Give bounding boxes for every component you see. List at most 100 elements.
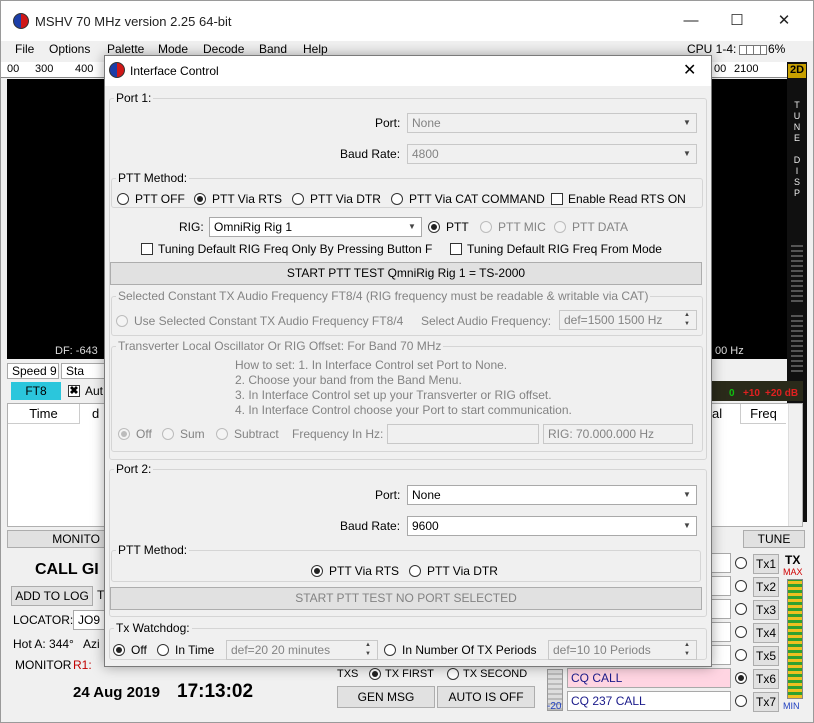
monitor-button[interactable]: MONITO <box>7 530 107 548</box>
tuning-default-button-checkbox[interactable] <box>141 243 153 255</box>
tx-second-radio[interactable] <box>447 668 459 680</box>
port2-start-ptt-test-button[interactable]: START PTT TEST NO PORT SELECTED <box>110 587 702 610</box>
tx2-radio[interactable] <box>735 580 747 592</box>
tx4-message[interactable] <box>709 622 731 642</box>
watchdog-periods-spinbox[interactable]: def=10 10 Periods ▲ ▼ <box>548 640 697 660</box>
tx5-button[interactable]: Tx5 <box>753 646 779 666</box>
rig-ptt-radio[interactable] <box>428 221 440 233</box>
auto-checkbox[interactable]: ✖ <box>68 385 80 397</box>
tx7-radio[interactable] <box>735 695 747 707</box>
tx3-message[interactable] <box>709 599 731 619</box>
locator-input[interactable]: JO9 <box>73 610 107 630</box>
menu-band[interactable]: Band <box>259 42 287 56</box>
tx6-message[interactable]: CQ CALL <box>567 668 731 688</box>
port2-ptt-via-dtr-radio[interactable] <box>409 565 421 577</box>
chevron-down-icon: ▼ <box>683 490 691 499</box>
rig-ptt-data-radio[interactable] <box>554 221 566 233</box>
tx1-button[interactable]: Tx1 <box>753 554 779 574</box>
menu-help[interactable]: Help <box>303 42 328 56</box>
offset-off-radio[interactable] <box>118 428 130 440</box>
column-header-freq[interactable]: Freq <box>740 404 786 424</box>
port1-baud-select[interactable]: 4800 ▼ <box>407 144 697 164</box>
enable-read-rts-checkbox[interactable] <box>551 193 563 205</box>
add-to-log-button[interactable]: ADD TO LOG <box>11 586 93 606</box>
close-icon[interactable]: ✕ <box>769 9 799 33</box>
ptt-via-cat-radio[interactable] <box>391 193 403 205</box>
hz-readout: 00 Hz <box>715 345 744 357</box>
gain-slider[interactable] <box>791 312 803 372</box>
use-const-tx-label: Use Selected Constant TX Audio Frequency… <box>134 314 404 328</box>
menu-palette[interactable]: Palette <box>107 42 144 56</box>
tx7-message[interactable]: CQ 237 CALL <box>567 691 731 711</box>
tuning-default-mode-checkbox[interactable] <box>450 243 462 255</box>
menu-mode[interactable]: Mode <box>158 42 188 56</box>
tx4-button[interactable]: Tx4 <box>753 623 779 643</box>
tx4-radio[interactable] <box>735 626 747 638</box>
tx5-message[interactable] <box>709 645 731 665</box>
db-label-10: +10 <box>743 388 760 399</box>
use-const-tx-radio[interactable] <box>116 315 128 327</box>
port1-baud-label: Baud Rate: <box>340 147 401 161</box>
tx-power-slider[interactable] <box>787 579 803 699</box>
level-slider[interactable] <box>791 242 803 302</box>
main-titlebar: MSHV 70 MHz version 2.25 64-bit — ☐ ✕ <box>1 1 813 41</box>
offset-sum-radio[interactable] <box>162 428 174 440</box>
audio-frequency-spinbox[interactable]: def=1500 1500 Hz ▲ ▼ <box>559 310 697 330</box>
port2-baud-select[interactable]: 9600 ▼ <box>407 516 697 536</box>
tx3-button[interactable]: Tx3 <box>753 600 779 620</box>
offset-subtract-radio[interactable] <box>216 428 228 440</box>
rig-ptt-mic-radio[interactable] <box>480 221 492 233</box>
port2-port-label: Port: <box>375 488 401 502</box>
decode-list-left[interactable]: Time d <box>7 403 107 527</box>
freq-in-hz-input[interactable] <box>387 424 539 444</box>
2d-toggle-button[interactable]: 2D <box>788 64 806 78</box>
menu-file[interactable]: File <box>15 42 34 56</box>
decode-scrollbar[interactable] <box>788 404 802 526</box>
port2-ptt-method-title: PTT Method: <box>116 543 190 557</box>
tx1-radio[interactable] <box>735 557 747 569</box>
decode-list-right[interactable]: al Freq <box>711 403 803 527</box>
column-header-al[interactable]: al <box>712 406 722 421</box>
tx5-radio[interactable] <box>735 649 747 661</box>
watchdog-periods-radio[interactable] <box>384 644 396 656</box>
ptt-via-rts-radio[interactable] <box>194 193 206 205</box>
menu-options[interactable]: Options <box>49 42 90 56</box>
dialog-close-icon[interactable]: ✕ <box>683 60 696 80</box>
main-window-title: MSHV 70 MHz version 2.25 64-bit <box>35 14 232 29</box>
tx3-radio[interactable] <box>735 603 747 615</box>
auto-is-off-button[interactable]: AUTO IS OFF <box>437 686 535 708</box>
tx1-message[interactable] <box>709 553 731 573</box>
rig-select[interactable]: OmniRig Rig 1 ▼ <box>209 217 422 237</box>
tune-button[interactable]: TUNE <box>743 530 805 548</box>
tx6-button[interactable]: Tx6 <box>753 669 779 689</box>
start-select[interactable]: Sta <box>61 363 105 379</box>
tx2-button[interactable]: Tx2 <box>753 577 779 597</box>
column-header-d[interactable]: d <box>92 404 99 424</box>
watchdog-time-spinbox[interactable]: def=20 20 minutes ▲ ▼ <box>226 640 378 660</box>
watchdog-in-time-radio[interactable] <box>157 644 169 656</box>
tx6-radio[interactable] <box>735 672 747 684</box>
dialog-titlebar: Interface Control ✕ <box>105 56 711 86</box>
port2-ptt-via-rts-radio[interactable] <box>311 565 323 577</box>
speed-select[interactable]: Speed 9 <box>7 363 59 379</box>
ptt-off-radio[interactable] <box>117 193 129 205</box>
scale-tick: 00 <box>7 63 20 75</box>
scale-tick: 400 <box>75 63 94 75</box>
tx-first-radio[interactable] <box>369 668 381 680</box>
tx7-button[interactable]: Tx7 <box>753 692 779 712</box>
minimize-icon[interactable]: — <box>676 9 706 33</box>
scale-tick: 2100 <box>734 63 759 75</box>
rig-freq-readout: RIG: 70.000.000 Hz <box>543 424 693 444</box>
tx2-message[interactable] <box>709 576 731 596</box>
port2-port-select[interactable]: None ▼ <box>407 485 697 505</box>
menu-decode[interactable]: Decode <box>203 42 244 56</box>
gen-msg-button[interactable]: GEN MSG <box>337 686 435 708</box>
ptt-via-dtr-radio[interactable] <box>292 193 304 205</box>
port1-start-ptt-test-button[interactable]: START PTT TEST QmniRig Rig 1 = TS-2000 <box>110 262 702 285</box>
watchdog-off-radio[interactable] <box>113 644 125 656</box>
port1-port-select[interactable]: None ▼ <box>407 113 697 133</box>
maximize-icon[interactable]: ☐ <box>722 9 752 33</box>
tx-max-label: MAX <box>783 567 803 577</box>
locator-label: LOCATOR: <box>13 613 74 627</box>
column-header-time[interactable]: Time <box>8 404 80 424</box>
